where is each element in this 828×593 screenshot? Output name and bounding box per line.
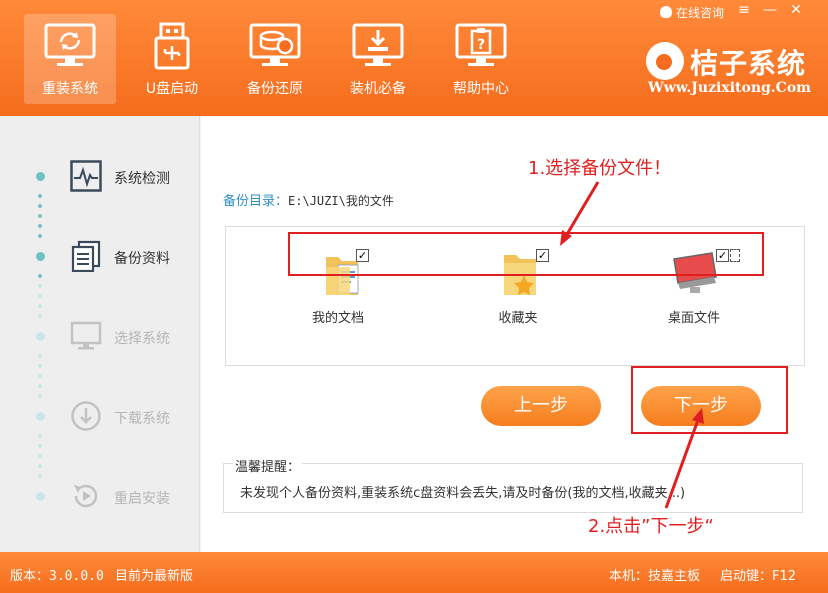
version-label: 版本： xyxy=(10,569,50,584)
step-connector-dot xyxy=(38,194,42,198)
close-icon[interactable]: ✕ xyxy=(786,0,806,20)
status-bar: 版本：3.0.0.0 目前为最新版 本机：技嘉主板 启动键：F12 xyxy=(0,552,828,593)
step-connector-dot xyxy=(38,204,42,208)
step-connector-dot xyxy=(38,374,42,378)
step-connector-dot xyxy=(38,434,42,438)
board-name: 技嘉主板 xyxy=(648,569,701,584)
step-select-system: 选择系统 xyxy=(70,320,200,356)
step-connector-dot xyxy=(38,354,42,358)
file-label: 收藏夹 xyxy=(498,311,538,326)
file-label: 桌面文件 xyxy=(667,311,720,326)
step-connector-dot xyxy=(38,444,42,448)
nav-backup-restore[interactable]: 备份还原 xyxy=(229,14,321,104)
step-connector-dot xyxy=(38,274,42,278)
step-connector-dot xyxy=(38,454,42,458)
step-label: 下载系统 xyxy=(114,411,170,427)
hotkey-label: 启动键： xyxy=(720,569,773,584)
nav-reinstall-system[interactable]: 重装系统 xyxy=(24,14,116,104)
board-label: 本机： xyxy=(609,569,649,584)
step-connector-dot xyxy=(38,474,42,478)
update-status: 目前为最新版 xyxy=(115,569,194,584)
nav-label: 重装系统 xyxy=(42,81,98,97)
step-dot xyxy=(36,332,45,341)
download-system-icon xyxy=(71,401,101,431)
tip-box: 未发现个人备份资料,重装系统c盘资料会丢失,请及时备份(我的文档,收藏夹...) xyxy=(223,463,803,513)
qq-icon xyxy=(659,6,672,18)
svg-text:?: ? xyxy=(477,37,485,53)
step-connector-dot xyxy=(38,384,42,388)
reinstall-system-icon xyxy=(44,23,96,66)
essential-software-icon xyxy=(352,23,404,66)
select-system-icon xyxy=(70,321,102,350)
nav-label: 帮助中心 xyxy=(453,81,509,97)
boot-hotkey-info: 启动键：F12 xyxy=(720,565,796,584)
online-consult-link[interactable]: 在线咨询 xyxy=(659,2,724,21)
step-connector-dot xyxy=(38,224,42,228)
step-dot xyxy=(36,172,45,181)
nav-label: U盘启动 xyxy=(145,81,199,97)
header-bar: 重装系统 U盘启动 备份还原 装机必备 ? 帮助中心 在线咨询 ≡ — ✕ 桔子… xyxy=(0,0,828,116)
step-label: 选择系统 xyxy=(114,331,170,347)
step-label: 重启安装 xyxy=(114,491,170,507)
motherboard-info: 本机：技嘉主板 xyxy=(609,565,700,584)
system-check-icon xyxy=(70,160,102,192)
step-connector-dot xyxy=(38,394,42,398)
step-connector-dot xyxy=(38,364,42,368)
step-dot xyxy=(36,412,45,421)
backup-dir-label: 备份目录： xyxy=(223,194,289,209)
help-center-icon: ? xyxy=(455,23,507,66)
step-connector-dot xyxy=(38,304,42,308)
annotation-step1-text: 1.选择备份文件！ xyxy=(528,158,672,179)
tip-text: 未发现个人备份资料,重装系统c盘资料会丢失,请及时备份(我的文档,收藏夹...) xyxy=(240,486,686,501)
brand-url: Www.Juzixitong.Com xyxy=(648,80,811,96)
brand-name: 桔子系统 xyxy=(690,47,807,80)
backup-data-icon xyxy=(71,240,101,272)
step-connector-dot xyxy=(38,294,42,298)
annotation-step2-text: 2.点击”下一步“ xyxy=(588,516,714,537)
step-connector-dot xyxy=(38,284,42,288)
backup-restore-icon xyxy=(249,23,301,66)
version-info: 版本：3.0.0.0 xyxy=(10,565,104,584)
step-download-system: 下载系统 xyxy=(70,400,200,436)
minimize-icon[interactable]: — xyxy=(760,0,780,20)
step-dot xyxy=(36,252,45,261)
brand-logo-icon xyxy=(646,42,684,80)
step-label: 备份资料 xyxy=(114,251,170,267)
annotation-file-select-box xyxy=(288,232,764,276)
nav-label: 备份还原 xyxy=(247,81,303,97)
step-label: 系统检测 xyxy=(114,171,170,187)
backup-dir-path[interactable]: E:\JUZI\我的文件 xyxy=(288,194,394,208)
version-number: 3.0.0.0 xyxy=(49,569,104,584)
nav-usb-boot[interactable]: U盘启动 xyxy=(126,14,218,104)
restart-install-icon xyxy=(74,484,98,508)
hotkey-value: F12 xyxy=(772,569,797,584)
menu-icon[interactable]: ≡ xyxy=(734,0,754,20)
annotation-next-button-box xyxy=(631,366,788,434)
backup-directory: 备份目录：E:\JUZI\我的文件 xyxy=(223,190,394,209)
step-connector-dot xyxy=(38,214,42,218)
step-system-check: 系统检测 xyxy=(70,160,200,196)
prev-step-button[interactable]: 上一步 xyxy=(481,386,601,426)
file-label: 我的文档 xyxy=(311,311,364,326)
nav-essential-software[interactable]: 装机必备 xyxy=(332,14,424,104)
step-connector-dot xyxy=(38,464,42,468)
usb-boot-icon xyxy=(154,22,190,70)
tip-title: 温馨提醒： xyxy=(233,456,303,475)
step-restart-install: 重启安装 xyxy=(70,480,200,516)
nav-help-center[interactable]: ? 帮助中心 xyxy=(435,14,527,104)
step-connector-dot xyxy=(38,314,42,318)
step-connector-dot xyxy=(38,234,42,238)
step-sidebar: 系统检测 备份资料 选择系统 下载系统 重启安装 xyxy=(0,116,200,552)
online-consult-label: 在线咨询 xyxy=(675,6,724,20)
step-backup-data: 备份资料 xyxy=(70,240,200,276)
step-dot xyxy=(36,492,45,501)
nav-label: 装机必备 xyxy=(350,81,406,97)
main-content: 备份目录：E:\JUZI\我的文件 我的文档 ✓ 收藏夹 ✓ 桌面文件 ✓ 上一… xyxy=(201,116,828,552)
